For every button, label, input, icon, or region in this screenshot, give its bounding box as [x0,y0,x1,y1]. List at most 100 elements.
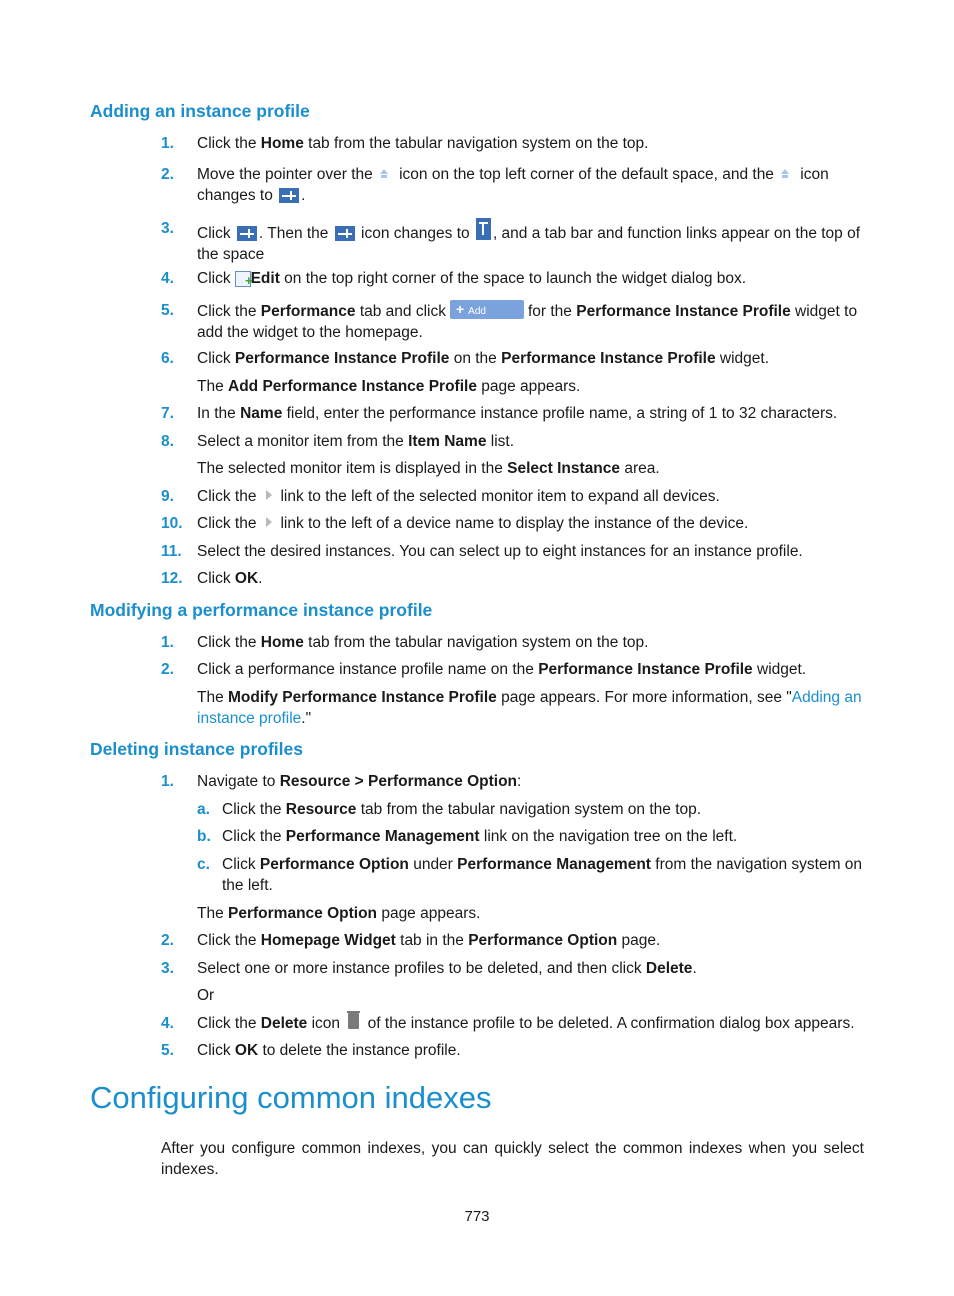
step-text: Click [197,270,231,287]
step-text: Click the [197,634,261,651]
pin-icon [279,188,300,204]
step-text: : [517,773,522,790]
step-text: tab from the tabular navigation system o… [303,135,649,152]
note-modifying-2: The Modify Performance Instance Profile … [197,687,867,729]
ui-term: OK [234,1042,259,1059]
note-text: page appears. For more information, see … [496,689,792,706]
step-text: list. [486,433,515,450]
step-text: to delete the instance profile. [258,1042,461,1059]
step-text: . Then the [258,225,329,242]
ui-term: Performance [260,303,356,320]
ui-term: Performance Option [228,905,378,922]
ui-term: Add Performance Instance Profile [228,378,477,395]
section-heading-adding: Adding an instance profile [90,101,310,121]
pin-icon [334,226,355,242]
ui-term: Performance Management [457,856,651,873]
step-text: for the [527,303,577,320]
step-number: 3. [161,220,174,237]
note-text: page appears. [377,905,481,922]
plus-icon: + [455,301,465,317]
ui-term: Performance Instance Profile [234,350,450,367]
chapter-heading: Configuring common indexes [90,1080,492,1115]
ui-term: Select Instance [507,460,621,477]
step-text: . [301,187,306,204]
note-adding-8: The selected monitor item is displayed i… [197,458,867,479]
step-number: 11. [161,543,182,560]
step-number: 5. [161,1042,174,1059]
ui-term: Delete [645,960,693,977]
expand-triangle-icon [266,490,273,500]
step-text: tab in the [395,932,469,949]
step-text: field, enter the performance instance pr… [282,405,838,422]
step-text: Click a performance instance profile nam… [197,661,539,678]
step-text: on the [449,350,502,367]
step-text: widget. [715,350,770,367]
step-text: link to the left of a device name to dis… [280,515,749,532]
step-text: changes to [197,187,273,204]
step-text: icon [307,1015,341,1032]
substep-letter: c. [197,856,210,873]
step-number: 9. [161,488,174,505]
ui-term: Home [260,634,304,651]
expand-triangle-icon [266,517,273,527]
add-label: Add [468,306,486,317]
step-text: Click [197,225,231,242]
step-text: Click the [222,801,286,818]
step-text: tab and click [355,303,446,320]
step-text: link to the left of the selected monitor… [280,488,720,505]
step-text: Select a monitor item from the [197,433,409,450]
ui-term: Name [240,405,283,422]
step-text: page. [617,932,661,949]
step-number: 12. [161,570,183,587]
step-text: Navigate to [197,773,280,790]
ui-term: Performance Instance Profile [501,350,716,367]
substep-letter: a. [197,801,210,818]
step-number: 3. [161,960,174,977]
step-text: In the [197,405,241,422]
step-text: tab from the tabular navigation system o… [303,634,649,651]
or-text: Or [197,987,215,1004]
step-number: 1. [161,634,174,651]
note-text: The [197,378,229,395]
up-arrow-icon [377,168,391,182]
note-deleting-1: The Performance Option page appears. [197,903,867,924]
substep-letter: b. [197,828,211,845]
ui-term: Modify Performance Instance Profile [228,689,497,706]
step-number: 1. [161,135,174,152]
section-heading-deleting: Deleting instance profiles [90,739,303,759]
step-number: 10. [161,515,183,532]
step-number: 4. [161,1015,174,1032]
step-text: on the top right corner of the space to … [279,270,747,287]
step-text: tab from the tabular navigation system o… [356,801,702,818]
section-heading-modifying: Modifying a performance instance profile [90,600,433,620]
step-text: Click the [197,1015,261,1032]
ui-term: Performance Option [468,932,618,949]
step-text: Click the [197,515,257,532]
step-number: 2. [161,932,174,949]
note-text: ." [301,710,312,727]
page-number: 773 [464,1208,490,1225]
edit-widget-icon [234,270,253,291]
step-text: Click the [197,932,261,949]
step-text: Select one or more instance profiles to … [197,960,646,977]
step-text: . [258,570,263,587]
pin-icon [236,226,257,242]
step-number: 2. [161,661,174,678]
step-number: 8. [161,433,174,450]
step-text: Click the [197,135,261,152]
step-number: 1. [161,773,174,790]
step-text: Select the desired instances. You can se… [197,543,803,560]
step-text: Click the [197,303,261,320]
note-adding-6: The Add Performance Instance Profile pag… [197,376,867,397]
step-text: Click [222,856,260,873]
trash-icon [347,1011,361,1029]
step-text: Click [197,1042,235,1059]
step-text: Click the [197,488,257,505]
step-text: icon changes to [361,225,470,242]
step-text: under [408,856,458,873]
step-text: icon [800,166,829,183]
note-text: page appears. [476,378,581,395]
step-text: Move the pointer over the [197,166,373,183]
ui-term: Performance Option [259,856,409,873]
ui-term: OK [234,570,259,587]
